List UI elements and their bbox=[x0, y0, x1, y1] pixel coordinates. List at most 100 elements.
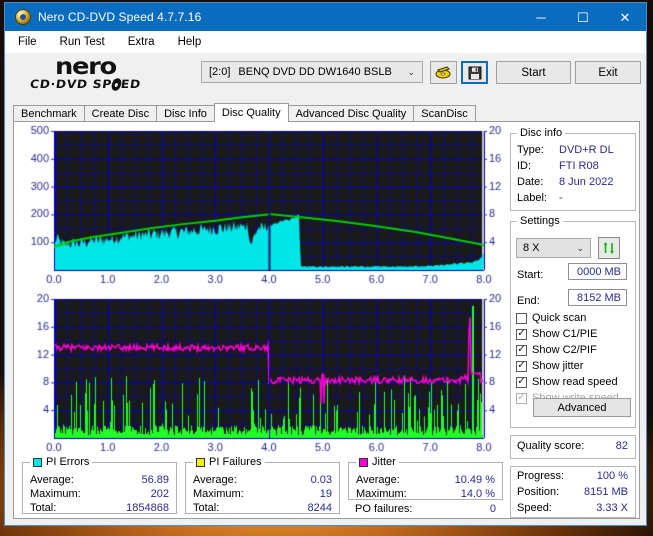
disc-type-value: DVD+R DL bbox=[559, 144, 614, 156]
pi-errors-maximum-value: 202 bbox=[151, 488, 169, 500]
jitter-maximum-row: Maximum: 14.0 % bbox=[349, 488, 502, 502]
window-title: Nero CD-DVD Speed 4.7.7.16 bbox=[38, 10, 201, 24]
jitter-color-swatch bbox=[359, 458, 368, 467]
nero-disc-icon bbox=[15, 9, 31, 25]
jitter-average-row: Average: 10.49 % bbox=[349, 474, 502, 488]
pi-errors-chart bbox=[20, 125, 502, 290]
refresh-arrows-icon bbox=[602, 241, 616, 255]
pi-failures-maximum-label: Maximum: bbox=[193, 488, 244, 500]
po-failures-row: PO failures: 0 bbox=[348, 503, 503, 517]
minimize-button[interactable]: ─ bbox=[520, 3, 562, 31]
tab-create-disc[interactable]: Create Disc bbox=[84, 105, 157, 122]
pi-errors-average-value: 56.89 bbox=[141, 474, 169, 486]
checkbox-quick-scan[interactable]: Quick scan bbox=[511, 310, 637, 326]
po-failures-label: PO failures: bbox=[355, 503, 412, 515]
disc-info-date-row: Date: 8 Jun 2022 bbox=[511, 176, 635, 192]
disc-quality-panel: PI Errors Average: 56.89 Maximum: 202 To… bbox=[13, 121, 640, 519]
pi-failures-maximum-row: Maximum: 19 bbox=[186, 488, 339, 502]
pi-errors-label: PI Errors bbox=[46, 456, 89, 468]
checkbox-label: Show C1/PIE bbox=[532, 328, 597, 340]
advanced-button[interactable]: Advanced bbox=[533, 398, 631, 417]
tab-disc-quality[interactable]: Disc Quality bbox=[214, 103, 289, 122]
tab-scandisc[interactable]: ScanDisc bbox=[413, 105, 475, 122]
floppy-save-icon bbox=[468, 66, 482, 80]
checkbox-box: ✓ bbox=[516, 345, 527, 356]
save-button[interactable] bbox=[461, 61, 488, 84]
menu-item-run-test[interactable]: Run Test bbox=[58, 35, 107, 49]
jitter-label: Jitter bbox=[372, 456, 396, 468]
disc-type-label: Type: bbox=[517, 144, 544, 156]
checkbox-label: Show read speed bbox=[532, 376, 618, 388]
pi-failures-average-value: 0.03 bbox=[311, 474, 332, 486]
quality-score-panel: Quality score: 82 bbox=[510, 435, 636, 459]
disc-date-value: 8 Jun 2022 bbox=[559, 176, 613, 188]
pi-failures-total-value: 8244 bbox=[308, 502, 332, 514]
tab-disc-info[interactable]: Disc Info bbox=[156, 105, 215, 122]
tab-benchmark[interactable]: Benchmark bbox=[13, 105, 85, 122]
charts-area bbox=[20, 125, 502, 457]
speed-label: Speed: bbox=[517, 502, 552, 514]
disc-info-label-row: Label: - bbox=[511, 192, 635, 208]
jitter-average-label: Average: bbox=[356, 474, 400, 486]
jitter-average-value: 10.49 % bbox=[455, 474, 495, 486]
pi-errors-maximum-label: Maximum: bbox=[30, 488, 81, 500]
menu-item-file[interactable]: File bbox=[16, 35, 39, 49]
eject-disc-button[interactable] bbox=[430, 61, 457, 84]
pi-errors-stats-title: PI Errors bbox=[30, 456, 92, 468]
checkbox-show-jitter[interactable]: ✓ Show jitter bbox=[511, 358, 637, 374]
pi-failures-jitter-chart bbox=[20, 293, 502, 458]
quality-score-row: Quality score: 82 bbox=[511, 440, 635, 456]
pi-failures-maximum-value: 19 bbox=[320, 488, 332, 500]
drive-select[interactable]: [2:0] BENQ DVD DD DW1640 BSLB ⌄ bbox=[201, 61, 423, 83]
chevron-down-icon: ⌄ bbox=[576, 243, 584, 254]
progress-value: 100 % bbox=[597, 470, 628, 482]
tab-advanced-disc-quality[interactable]: Advanced Disc Quality bbox=[288, 105, 415, 122]
start-button[interactable]: Start bbox=[496, 61, 571, 84]
exit-button[interactable]: Exit bbox=[575, 61, 641, 84]
disc-info-type-row: Type: DVD+R DL bbox=[511, 144, 635, 160]
end-mb-input[interactable]: 8152 MB bbox=[568, 289, 627, 306]
pi-errors-total-label: Total: bbox=[30, 502, 56, 514]
chevron-down-icon: ⌄ bbox=[407, 67, 415, 78]
start-mb-input[interactable]: 0000 MB bbox=[568, 263, 627, 280]
position-row: Position: 8151 MB bbox=[511, 486, 635, 502]
checkbox-box: ✓ bbox=[516, 377, 527, 388]
po-failures-value: 0 bbox=[490, 503, 496, 515]
disc-info-title: Disc info bbox=[517, 127, 565, 139]
speed-row: Speed: 3.33 X bbox=[511, 502, 635, 518]
menu-item-help[interactable]: Help bbox=[176, 35, 204, 49]
checkbox-show-c2-pif[interactable]: ✓ Show C2/PIF bbox=[511, 342, 637, 358]
position-label: Position: bbox=[517, 486, 559, 498]
speed-select[interactable]: 8 X ⌄ bbox=[516, 238, 591, 258]
jitter-stats-title: Jitter bbox=[356, 456, 399, 468]
maximize-button[interactable]: ☐ bbox=[562, 3, 604, 31]
speed-value: 8 X bbox=[523, 242, 540, 254]
menu-bar: File Run Test Extra Help bbox=[5, 31, 646, 53]
settings-panel: Settings 8 X ⌄ Start: 0000 MB End: bbox=[510, 221, 636, 428]
toolbar: nero CD·DVD SPEED [2:0] BENQ DVD DD DW16… bbox=[5, 53, 646, 98]
menu-item-extra[interactable]: Extra bbox=[126, 35, 157, 49]
close-button[interactable]: ✕ bbox=[604, 3, 646, 31]
jitter-maximum-value: 14.0 % bbox=[461, 488, 495, 500]
nero-logo: nero CD·DVD SPEED bbox=[31, 56, 191, 96]
jitter-maximum-label: Maximum: bbox=[356, 488, 407, 500]
pi-errors-color-swatch bbox=[33, 458, 42, 467]
checkbox-show-c1-pie[interactable]: ✓ Show C1/PIE bbox=[511, 326, 637, 342]
pi-errors-average-row: Average: 56.89 bbox=[23, 474, 176, 488]
quality-score-label: Quality score: bbox=[517, 440, 584, 452]
pi-errors-total-row: Total: 1854868 bbox=[23, 502, 176, 516]
drive-name: BENQ DVD DD DW1640 BSLB bbox=[238, 66, 391, 78]
disc-date-label: Date: bbox=[517, 176, 543, 188]
pi-failures-total-label: Total: bbox=[193, 502, 219, 514]
checkbox-show-read-speed[interactable]: ✓ Show read speed bbox=[511, 374, 637, 390]
progress-panel: Progress: 100 % Position: 8151 MB Speed:… bbox=[510, 466, 636, 518]
pi-failures-average-row: Average: 0.03 bbox=[186, 474, 339, 488]
settings-title: Settings bbox=[517, 215, 563, 227]
disc-id-label: ID: bbox=[517, 160, 531, 172]
pi-errors-stats: PI Errors Average: 56.89 Maximum: 202 To… bbox=[22, 462, 177, 514]
refresh-button[interactable] bbox=[598, 237, 620, 259]
checkbox-label: Show C2/PIF bbox=[532, 344, 597, 356]
sidebar: Disc info Type: DVD+R DL ID: FTI R08 Dat… bbox=[510, 125, 636, 515]
pi-errors-maximum-row: Maximum: 202 bbox=[23, 488, 176, 502]
nero-cd-dvd-speed-window: Nero CD-DVD Speed 4.7.7.16 ─ ☐ ✕ File Ru… bbox=[4, 2, 647, 526]
